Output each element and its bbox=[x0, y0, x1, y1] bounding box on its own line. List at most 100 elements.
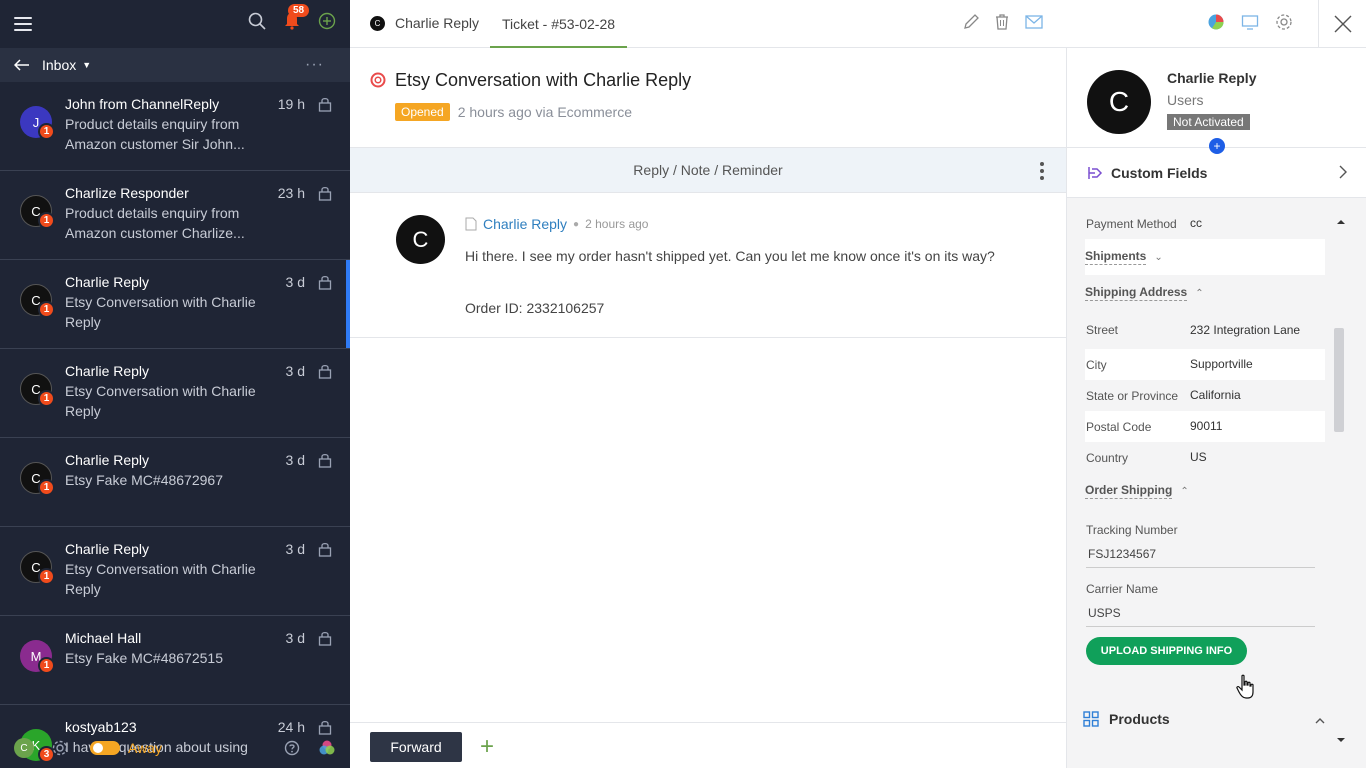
mouse-pointer-icon bbox=[1236, 674, 1254, 705]
chevron-right-icon[interactable] bbox=[1338, 165, 1348, 184]
message-author[interactable]: Charlie Reply bbox=[483, 216, 567, 232]
apps-logo-icon[interactable] bbox=[318, 739, 336, 757]
conversation-item[interactable]: M 1 Michael Hall Etsy Fake MC#48672515 3 d bbox=[0, 616, 350, 705]
contact-avatar: C bbox=[1087, 70, 1151, 134]
conversation-item[interactable]: C 1 Charlie Reply Etsy Conversation with Ch… bbox=[0, 527, 350, 616]
field-label: Payment Method bbox=[1086, 216, 1177, 231]
sidebar-topbar: 58 bbox=[0, 0, 350, 48]
carrier-name-input[interactable]: USPS bbox=[1086, 596, 1315, 627]
reply-bar-label: Reply / Note / Reminder bbox=[633, 162, 783, 178]
tab-ticket[interactable]: Ticket - #53-02-28 bbox=[490, 0, 627, 48]
separator-dot: ● bbox=[573, 218, 580, 230]
lock-icon[interactable] bbox=[318, 96, 332, 117]
add-plus-icon[interactable]: + bbox=[480, 733, 494, 761]
shipping-address-section-toggle[interactable]: Shipping Address ⌃ bbox=[1085, 275, 1366, 311]
message-body: Hi there. I see my order hasn't shipped … bbox=[465, 246, 995, 318]
contact-profile: C Charlie Reply Users Not Activated + bbox=[1067, 48, 1366, 154]
custom-fields-icon bbox=[1087, 165, 1103, 181]
tab-contact[interactable]: C Charlie Reply bbox=[370, 15, 479, 31]
tab-contact-label: Charlie Reply bbox=[395, 15, 480, 31]
custom-fields-list: Payment Method cc Shipments ⌄ Shipping A… bbox=[1067, 198, 1366, 665]
order-shipping-section-toggle[interactable]: Order Shipping ⌃ bbox=[1085, 473, 1366, 509]
chevron-up-icon[interactable] bbox=[1315, 712, 1325, 730]
shipments-section-toggle[interactable]: Shipments ⌄ bbox=[1085, 239, 1325, 275]
settings-gear-icon[interactable] bbox=[1275, 13, 1293, 31]
lock-icon[interactable] bbox=[318, 630, 332, 651]
field-label: City bbox=[1086, 357, 1107, 372]
field-value: US bbox=[1190, 450, 1207, 464]
message-time: 2 hours ago bbox=[585, 217, 649, 231]
search-icon[interactable] bbox=[248, 12, 266, 30]
lock-icon[interactable] bbox=[318, 274, 332, 295]
inbox-dropdown[interactable]: Inbox bbox=[42, 57, 76, 73]
lock-icon[interactable] bbox=[318, 363, 332, 384]
chevron-up-icon: ⌃ bbox=[1195, 287, 1204, 299]
conversation-time: 3 d bbox=[285, 630, 305, 646]
sidebar-footer: C Away bbox=[0, 728, 350, 768]
notification-count-badge: 58 bbox=[288, 4, 310, 17]
ticket-view: Etsy Conversation with Charlie Reply Ope… bbox=[350, 48, 1066, 768]
ticket-title: Etsy Conversation with Charlie Reply bbox=[395, 70, 692, 90]
message-text: Hi there. I see my order hasn't shipped … bbox=[465, 248, 995, 264]
forward-button[interactable]: Forward bbox=[370, 732, 462, 762]
more-vertical-icon[interactable] bbox=[1040, 162, 1044, 180]
add-plus-icon[interactable]: + bbox=[1209, 138, 1225, 154]
custom-fields-title: Custom Fields bbox=[1111, 164, 1208, 181]
email-envelope-icon[interactable] bbox=[1024, 13, 1044, 31]
conversation-item[interactable]: C 1 Charlize Responder Product details enqu… bbox=[0, 171, 350, 260]
ticket-meta: 2 hours ago via Ecommerce bbox=[457, 104, 633, 120]
conversation-item[interactable]: C 1 Charlie Reply Etsy Conversation with Ch… bbox=[0, 260, 350, 349]
tracking-number-input[interactable]: FSJ1234567 bbox=[1086, 537, 1315, 568]
products-section-header[interactable]: Products bbox=[1067, 704, 1366, 734]
delete-trash-icon[interactable] bbox=[994, 13, 1010, 31]
carrier-name-field: Carrier Name USPS bbox=[1085, 582, 1315, 627]
lock-icon[interactable] bbox=[318, 452, 332, 473]
away-toggle[interactable] bbox=[90, 741, 120, 755]
hamburger-menu-icon[interactable] bbox=[14, 17, 32, 31]
conversation-preview: Product details enquiry from Amazon cust… bbox=[65, 205, 245, 241]
pie-chart-icon[interactable] bbox=[1207, 13, 1225, 31]
field-value: cc bbox=[1190, 216, 1202, 230]
conversation-item[interactable]: C 1 Charlie Reply Etsy Fake MC#48672967 3 d bbox=[0, 438, 350, 527]
scrollbar[interactable] bbox=[1334, 214, 1348, 748]
lock-icon[interactable] bbox=[318, 541, 332, 562]
contact-role: Users bbox=[1167, 92, 1204, 108]
lock-icon[interactable] bbox=[318, 185, 332, 206]
conversation-preview: Product details enquiry from Amazon cust… bbox=[65, 116, 245, 152]
status-badge[interactable]: Opened bbox=[395, 103, 450, 121]
user-avatar[interactable]: C bbox=[14, 738, 34, 758]
settings-gear-icon[interactable] bbox=[52, 740, 68, 756]
close-icon[interactable] bbox=[1318, 0, 1366, 48]
conversation-time: 3 d bbox=[285, 541, 305, 557]
conversation-preview: Etsy Conversation with Charlie Reply bbox=[65, 294, 256, 330]
contact-name[interactable]: Charlie Reply bbox=[1167, 70, 1256, 86]
activation-status-badge: Not Activated bbox=[1167, 114, 1250, 130]
scrollbar-thumb[interactable] bbox=[1334, 328, 1344, 432]
back-arrow-icon[interactable] bbox=[14, 59, 30, 71]
caret-down-icon[interactable]: ▼ bbox=[82, 60, 91, 70]
field-label: Tracking Number bbox=[1086, 523, 1178, 537]
desktop-monitor-icon[interactable] bbox=[1241, 13, 1259, 31]
conversation-item[interactable]: C 1 Charlie Reply Etsy Conversation with Ch… bbox=[0, 349, 350, 438]
section-label: Shipments bbox=[1085, 249, 1147, 265]
unread-count-badge: 1 bbox=[38, 657, 55, 674]
upload-shipping-info-button[interactable]: UPLOAD SHIPPING INFO bbox=[1086, 637, 1247, 665]
conversation-time: 3 d bbox=[285, 363, 305, 379]
unread-count-badge: 1 bbox=[38, 301, 55, 318]
conversation-item[interactable]: J 1 John from ChannelReply Product details … bbox=[0, 82, 350, 171]
new-ticket-plus-icon[interactable] bbox=[318, 12, 336, 30]
custom-fields-header[interactable]: Custom Fields bbox=[1067, 148, 1366, 198]
reply-note-reminder-bar[interactable]: Reply / Note / Reminder bbox=[350, 148, 1066, 193]
more-options-icon[interactable]: ··· bbox=[305, 56, 324, 74]
notifications-bell-icon[interactable]: 58 bbox=[284, 4, 310, 30]
edit-pencil-icon[interactable] bbox=[962, 13, 980, 31]
message-avatar: C bbox=[396, 215, 445, 264]
status-label: Away bbox=[128, 740, 162, 756]
field-label: Postal Code bbox=[1086, 419, 1152, 434]
conversation-time: 23 h bbox=[277, 185, 305, 201]
ticket-heading: Etsy Conversation with Charlie Reply Ope… bbox=[350, 48, 1066, 148]
address-field-row: City Supportville bbox=[1085, 349, 1325, 380]
address-field-row: Street 232 Integration Lane bbox=[1085, 311, 1325, 349]
help-icon[interactable] bbox=[284, 740, 300, 756]
conversation-list: J 1 John from ChannelReply Product details … bbox=[0, 82, 350, 768]
